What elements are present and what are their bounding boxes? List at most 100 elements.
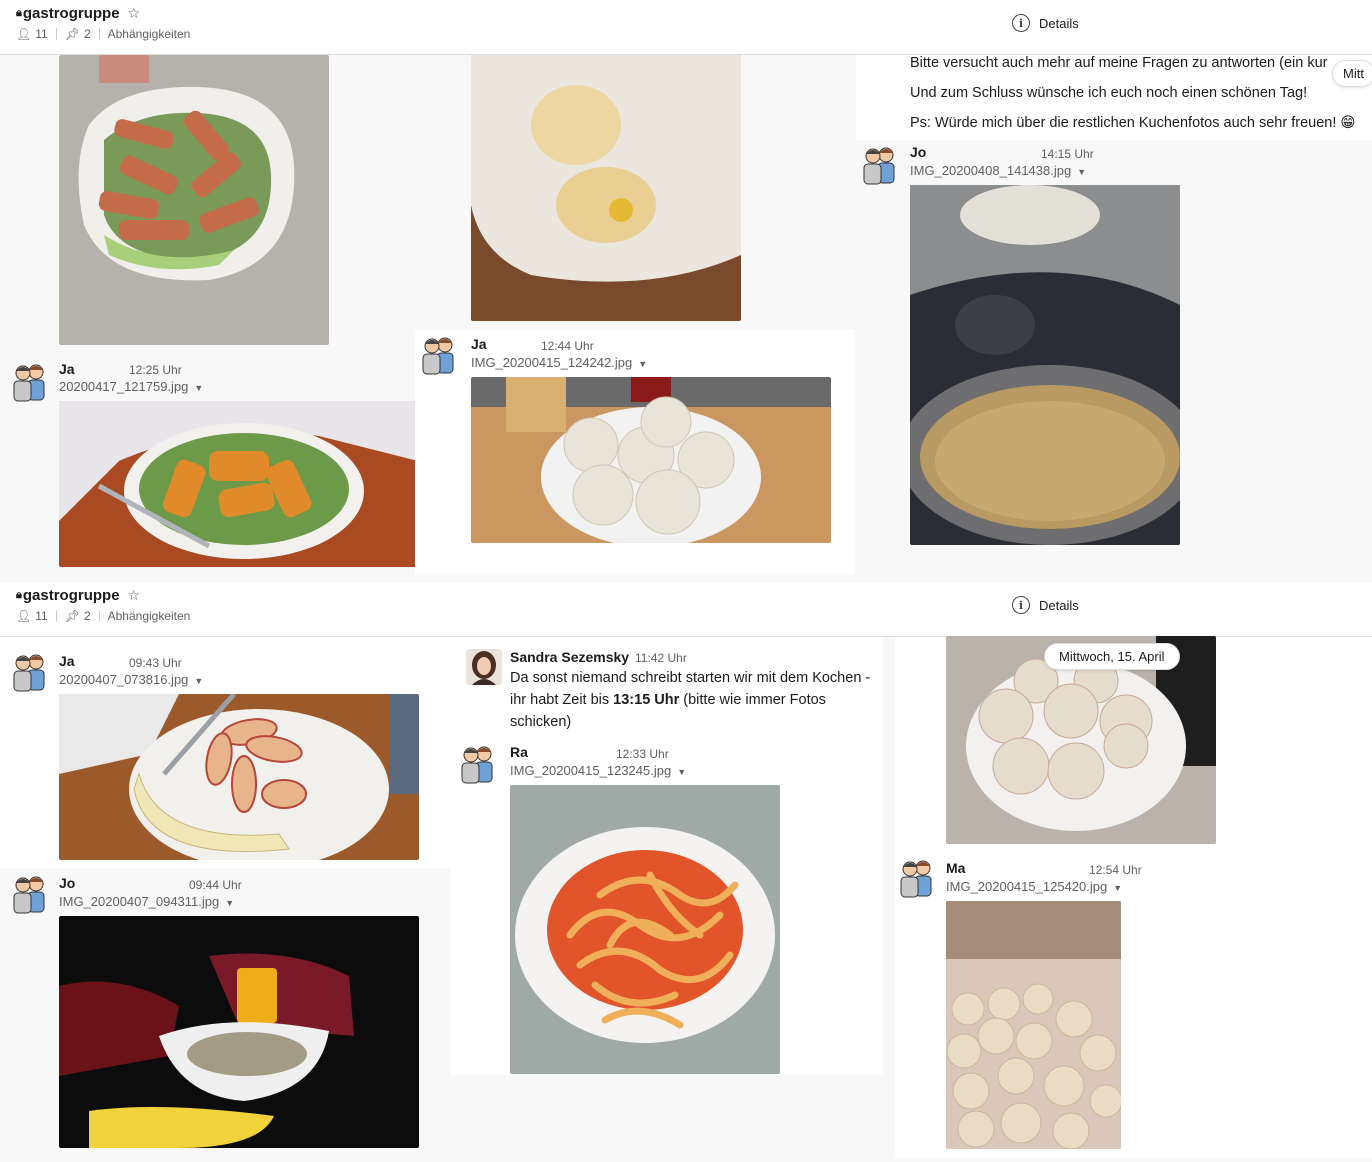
message-column: Ja 12:25 Uhr 20200417_121759.jpg ▼ bbox=[0, 55, 430, 575]
salad-photo[interactable] bbox=[59, 55, 329, 345]
message-row: Jo 09:44 Uhr IMG_20200407_094311.jpg ▼ bbox=[0, 868, 450, 1153]
file-label: IMG_20200415_125420.jpg bbox=[946, 879, 1108, 894]
message-row: Ja 09:43 Uhr 20200407_073816.jpg ▼ bbox=[0, 638, 450, 868]
file-name[interactable]: IMG_20200415_123245.jpg ▼ bbox=[510, 763, 686, 778]
pin-icon[interactable]: 📌︎ bbox=[65, 27, 80, 41]
channel-title[interactable]: 🔒︎ gastrogruppe ☆ bbox=[16, 5, 140, 22]
message-text-block: Bitte versucht auch mehr auf meine Frage… bbox=[856, 55, 1372, 140]
avatar[interactable] bbox=[466, 649, 502, 685]
message-column: Mittwoch, 15. April Ma 12:54 Uhr IMG_202… bbox=[895, 636, 1372, 1158]
timestamp[interactable]: 11:42 Uhr bbox=[635, 651, 687, 665]
message-row: Jo 14:15 Uhr IMG_20200408_141438.jpg ▼ bbox=[856, 140, 1372, 552]
message-text-bold: 13:15 Uhr bbox=[613, 692, 680, 708]
file-label: IMG_20200415_124242.jpg bbox=[471, 355, 633, 370]
author-name[interactable]: Ma bbox=[946, 860, 965, 876]
author-name[interactable]: Ja bbox=[59, 653, 75, 669]
pinned-count[interactable]: 2 bbox=[84, 27, 91, 41]
timestamp[interactable]: 12:25 Uhr bbox=[129, 363, 182, 377]
file-label: 20200407_073816.jpg bbox=[59, 672, 189, 687]
details-button[interactable]: i Details bbox=[1012, 596, 1079, 614]
avatar[interactable] bbox=[10, 872, 50, 914]
author-name[interactable]: Ja bbox=[59, 361, 75, 377]
timestamp[interactable]: 12:54 Uhr bbox=[1089, 863, 1142, 877]
dumplings-plate-photo[interactable] bbox=[471, 377, 831, 543]
details-label: Details bbox=[1039, 15, 1079, 31]
channel-name: gastrogruppe bbox=[22, 5, 120, 22]
avatar[interactable] bbox=[860, 143, 900, 185]
cake-in-oven-photo[interactable] bbox=[910, 185, 1180, 545]
divider bbox=[55, 28, 57, 40]
caret-down-icon[interactable]: ▼ bbox=[638, 359, 647, 369]
star-icon[interactable]: ☆ bbox=[128, 5, 141, 22]
timestamp[interactable]: 12:33 Uhr bbox=[616, 747, 669, 761]
dough-photo[interactable] bbox=[471, 55, 741, 321]
file-label: IMG_20200407_094311.jpg bbox=[59, 894, 220, 909]
details-label: Details bbox=[1039, 597, 1079, 613]
file-name[interactable]: 20200417_121759.jpg ▼ bbox=[59, 379, 203, 394]
members-icon[interactable]: 👤︎ bbox=[16, 27, 31, 41]
caret-down-icon[interactable]: ▼ bbox=[1113, 883, 1122, 893]
file-name[interactable]: IMG_20200415_125420.jpg ▼ bbox=[946, 879, 1122, 894]
channel-header: 🔒︎ gastrogruppe ☆ 👤︎ 11 📌︎ 2 Abhängigkei… bbox=[0, 0, 1372, 55]
channel-meta: 👤︎ 11 📌︎ 2 Abhängigkeiten bbox=[16, 609, 190, 623]
file-label: IMG_20200408_141438.jpg bbox=[910, 163, 1072, 178]
info-icon: i bbox=[1012, 14, 1030, 32]
message-text: Da sonst niemand schreibt starten wir mi… bbox=[510, 667, 882, 733]
avatar[interactable] bbox=[419, 333, 459, 375]
message-column: Sandra Sezemsky 11:42 Uhr Da sonst niema… bbox=[450, 638, 883, 1075]
timestamp[interactable]: 09:43 Uhr bbox=[129, 656, 182, 670]
message-row: Ja 12:44 Uhr IMG_20200415_124242.jpg ▼ bbox=[415, 330, 855, 575]
info-icon: i bbox=[1012, 596, 1030, 614]
member-count[interactable]: 11 bbox=[35, 27, 47, 41]
divider bbox=[55, 610, 57, 622]
fried-chicken-salad-photo[interactable] bbox=[59, 401, 418, 567]
date-divider-pill[interactable]: Mitt bbox=[1332, 60, 1372, 87]
caret-down-icon[interactable]: ▼ bbox=[1077, 167, 1086, 177]
channel-meta: 👤︎ 11 📌︎ 2 Abhängigkeiten bbox=[16, 27, 190, 41]
caret-down-icon[interactable]: ▼ bbox=[194, 383, 203, 393]
channel-title[interactable]: 🔒︎ gastrogruppe ☆ bbox=[16, 587, 140, 604]
details-button[interactable]: i Details bbox=[1012, 14, 1079, 32]
pin-icon[interactable]: 📌︎ bbox=[65, 609, 80, 623]
divider bbox=[98, 28, 100, 40]
file-name[interactable]: IMG_20200415_124242.jpg ▼ bbox=[471, 355, 647, 370]
timestamp[interactable]: 09:44 Uhr bbox=[189, 878, 242, 892]
lock-icon: 🔒︎ bbox=[16, 589, 22, 601]
pasta-plate-photo[interactable] bbox=[510, 785, 780, 1074]
bookmarks-link[interactable]: Abhängigkeiten bbox=[108, 609, 191, 623]
channel-name: gastrogruppe bbox=[22, 587, 120, 604]
date-divider-pill[interactable]: Mittwoch, 15. April bbox=[1044, 643, 1180, 670]
message-column bbox=[415, 55, 855, 330]
pinned-count[interactable]: 2 bbox=[84, 609, 91, 623]
timestamp[interactable]: 12:44 Uhr bbox=[541, 339, 594, 353]
caret-down-icon[interactable]: ▼ bbox=[225, 898, 234, 908]
divider bbox=[98, 610, 100, 622]
channel-header: 🔒︎ gastrogruppe ☆ 👤︎ 11 📌︎ 2 Abhängigkei… bbox=[0, 582, 1372, 637]
avatar[interactable] bbox=[10, 360, 50, 402]
author-name[interactable]: Sandra Sezemsky bbox=[510, 649, 629, 665]
author-name[interactable]: Ra bbox=[510, 744, 528, 760]
file-label: 20200417_121759.jpg bbox=[59, 379, 189, 394]
member-count[interactable]: 11 bbox=[35, 609, 47, 623]
file-name[interactable]: IMG_20200408_141438.jpg ▼ bbox=[910, 163, 1086, 178]
porridge-breakfast-photo[interactable] bbox=[59, 916, 419, 1148]
star-icon[interactable]: ☆ bbox=[128, 587, 141, 604]
author-name[interactable]: Jo bbox=[910, 144, 926, 160]
message-line: Bitte versucht auch mehr auf meine Frage… bbox=[910, 55, 1328, 71]
avatar[interactable] bbox=[897, 856, 937, 898]
caret-down-icon[interactable]: ▼ bbox=[677, 767, 686, 777]
file-name[interactable]: 20200407_073816.jpg ▼ bbox=[59, 672, 203, 687]
apple-banana-plate-photo[interactable] bbox=[59, 694, 419, 860]
file-name[interactable]: IMG_20200407_094311.jpg ▼ bbox=[59, 894, 234, 909]
members-icon[interactable]: 👤︎ bbox=[16, 609, 31, 623]
bookmarks-link[interactable]: Abhängigkeiten bbox=[108, 27, 191, 41]
avatar[interactable] bbox=[10, 650, 50, 692]
timestamp[interactable]: 14:15 Uhr bbox=[1041, 147, 1094, 161]
author-name[interactable]: Jo bbox=[59, 875, 75, 891]
author-name[interactable]: Ja bbox=[471, 336, 487, 352]
raw-dumplings-photo[interactable] bbox=[946, 901, 1121, 1149]
lock-icon: 🔒︎ bbox=[16, 7, 22, 19]
caret-down-icon[interactable]: ▼ bbox=[194, 676, 203, 686]
avatar[interactable] bbox=[458, 742, 498, 784]
message-line: Und zum Schluss wünsche ich euch noch ei… bbox=[910, 85, 1308, 101]
